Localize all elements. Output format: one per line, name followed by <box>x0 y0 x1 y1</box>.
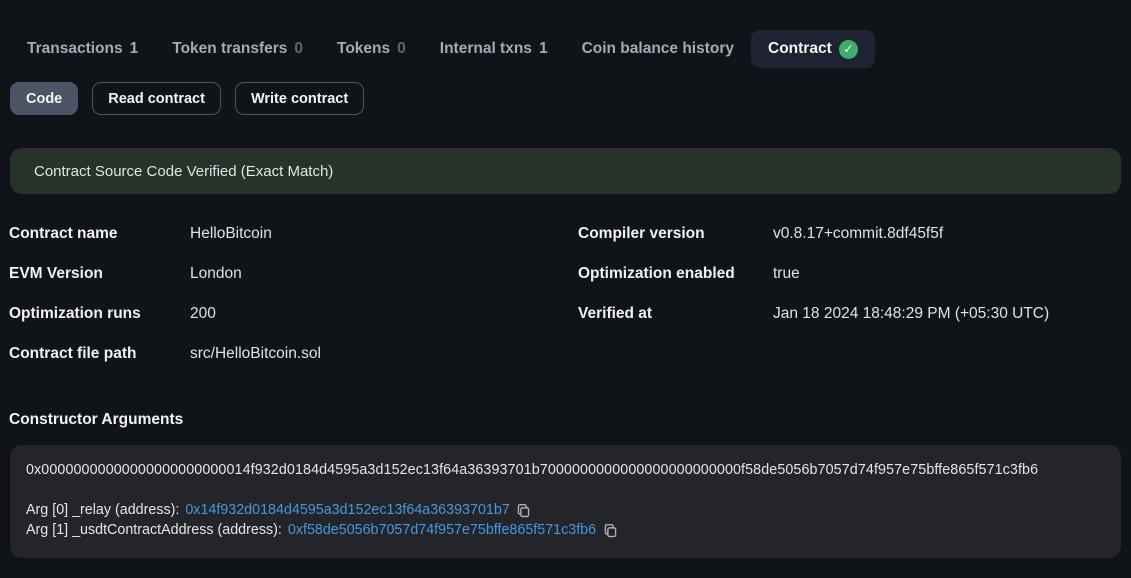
optimization-runs-label: Optimization runs <box>9 305 190 323</box>
tab-contract[interactable]: Contract ✓ <box>751 30 875 68</box>
verified-check-icon: ✓ <box>839 40 858 59</box>
tab-label: Transactions <box>27 40 123 58</box>
tab-internal-txns[interactable]: Internal txns 1 <box>423 30 565 68</box>
evm-version-label: EVM Version <box>9 265 190 283</box>
tab-coin-balance-history[interactable]: Coin balance history <box>565 30 751 68</box>
contract-name-value: HelloBitcoin <box>190 225 578 243</box>
optimization-runs-value: 200 <box>190 305 578 323</box>
tab-label: Coin balance history <box>582 40 734 58</box>
contract-subtabs: Code Read contract Write contract <box>0 78 1131 115</box>
evm-version-value: London <box>190 265 578 283</box>
arg-address-link[interactable]: 0xf58de5056b7057d74f957e75bffe865f571c3f… <box>288 522 596 538</box>
tab-label: Tokens <box>337 40 390 58</box>
tab-count: 0 <box>294 40 303 58</box>
tab-count: 1 <box>539 40 548 58</box>
tab-tokens[interactable]: Tokens 0 <box>320 30 423 68</box>
copy-icon[interactable] <box>516 502 532 518</box>
tab-count: 0 <box>397 40 406 58</box>
verified-banner-text: Contract Source Code Verified (Exact Mat… <box>34 163 333 180</box>
read-contract-button[interactable]: Read contract <box>92 82 221 115</box>
write-contract-button[interactable]: Write contract <box>235 82 364 115</box>
constructor-arguments-title: Constructor Arguments <box>0 411 1131 429</box>
tab-label: Internal txns <box>440 40 532 58</box>
code-button[interactable]: Code <box>10 82 78 115</box>
contract-file-path-label: Contract file path <box>9 345 190 363</box>
compiler-version-value: v0.8.17+commit.8df45f5f <box>773 225 1131 243</box>
contract-tabbar: Transactions 1 Token transfers 0 Tokens … <box>0 0 1131 78</box>
copy-icon[interactable] <box>602 522 618 538</box>
optimization-enabled-label: Optimization enabled <box>578 265 773 283</box>
arg-address-link[interactable]: 0x14f932d0184d4595a3d152ec13f64a36393701… <box>185 502 509 518</box>
contract-name-label: Contract name <box>9 225 190 243</box>
verified-at-label: Verified at <box>578 305 773 323</box>
contract-file-path-value: src/HelloBitcoin.sol <box>190 345 578 363</box>
verified-at-value: Jan 18 2024 18:48:29 PM (+05:30 UTC) <box>773 305 1131 323</box>
tab-label: Contract <box>768 40 832 58</box>
constructor-arg-row: Arg [0] _relay (address): 0x14f932d0184d… <box>26 502 1105 518</box>
constructor-arg-row: Arg [1] _usdtContractAddress (address): … <box>26 522 1105 538</box>
arg-prefix: Arg [0] _relay (address): <box>26 502 179 518</box>
tab-token-transfers[interactable]: Token transfers 0 <box>155 30 320 68</box>
tab-transactions[interactable]: Transactions 1 <box>10 30 155 68</box>
optimization-enabled-value: true <box>773 265 1131 283</box>
verified-banner: Contract Source Code Verified (Exact Mat… <box>10 148 1121 194</box>
tab-label: Token transfers <box>172 40 287 58</box>
arg-prefix: Arg [1] _usdtContractAddress (address): <box>26 522 282 538</box>
constructor-arguments-box: 0x00000000000000000000000014f932d0184d45… <box>10 445 1121 558</box>
tab-count: 1 <box>130 40 139 58</box>
constructor-raw-hex: 0x00000000000000000000000014f932d0184d45… <box>26 462 1105 478</box>
compiler-version-label: Compiler version <box>578 225 773 243</box>
contract-info-grid: Contract name HelloBitcoin Compiler vers… <box>0 214 1131 374</box>
